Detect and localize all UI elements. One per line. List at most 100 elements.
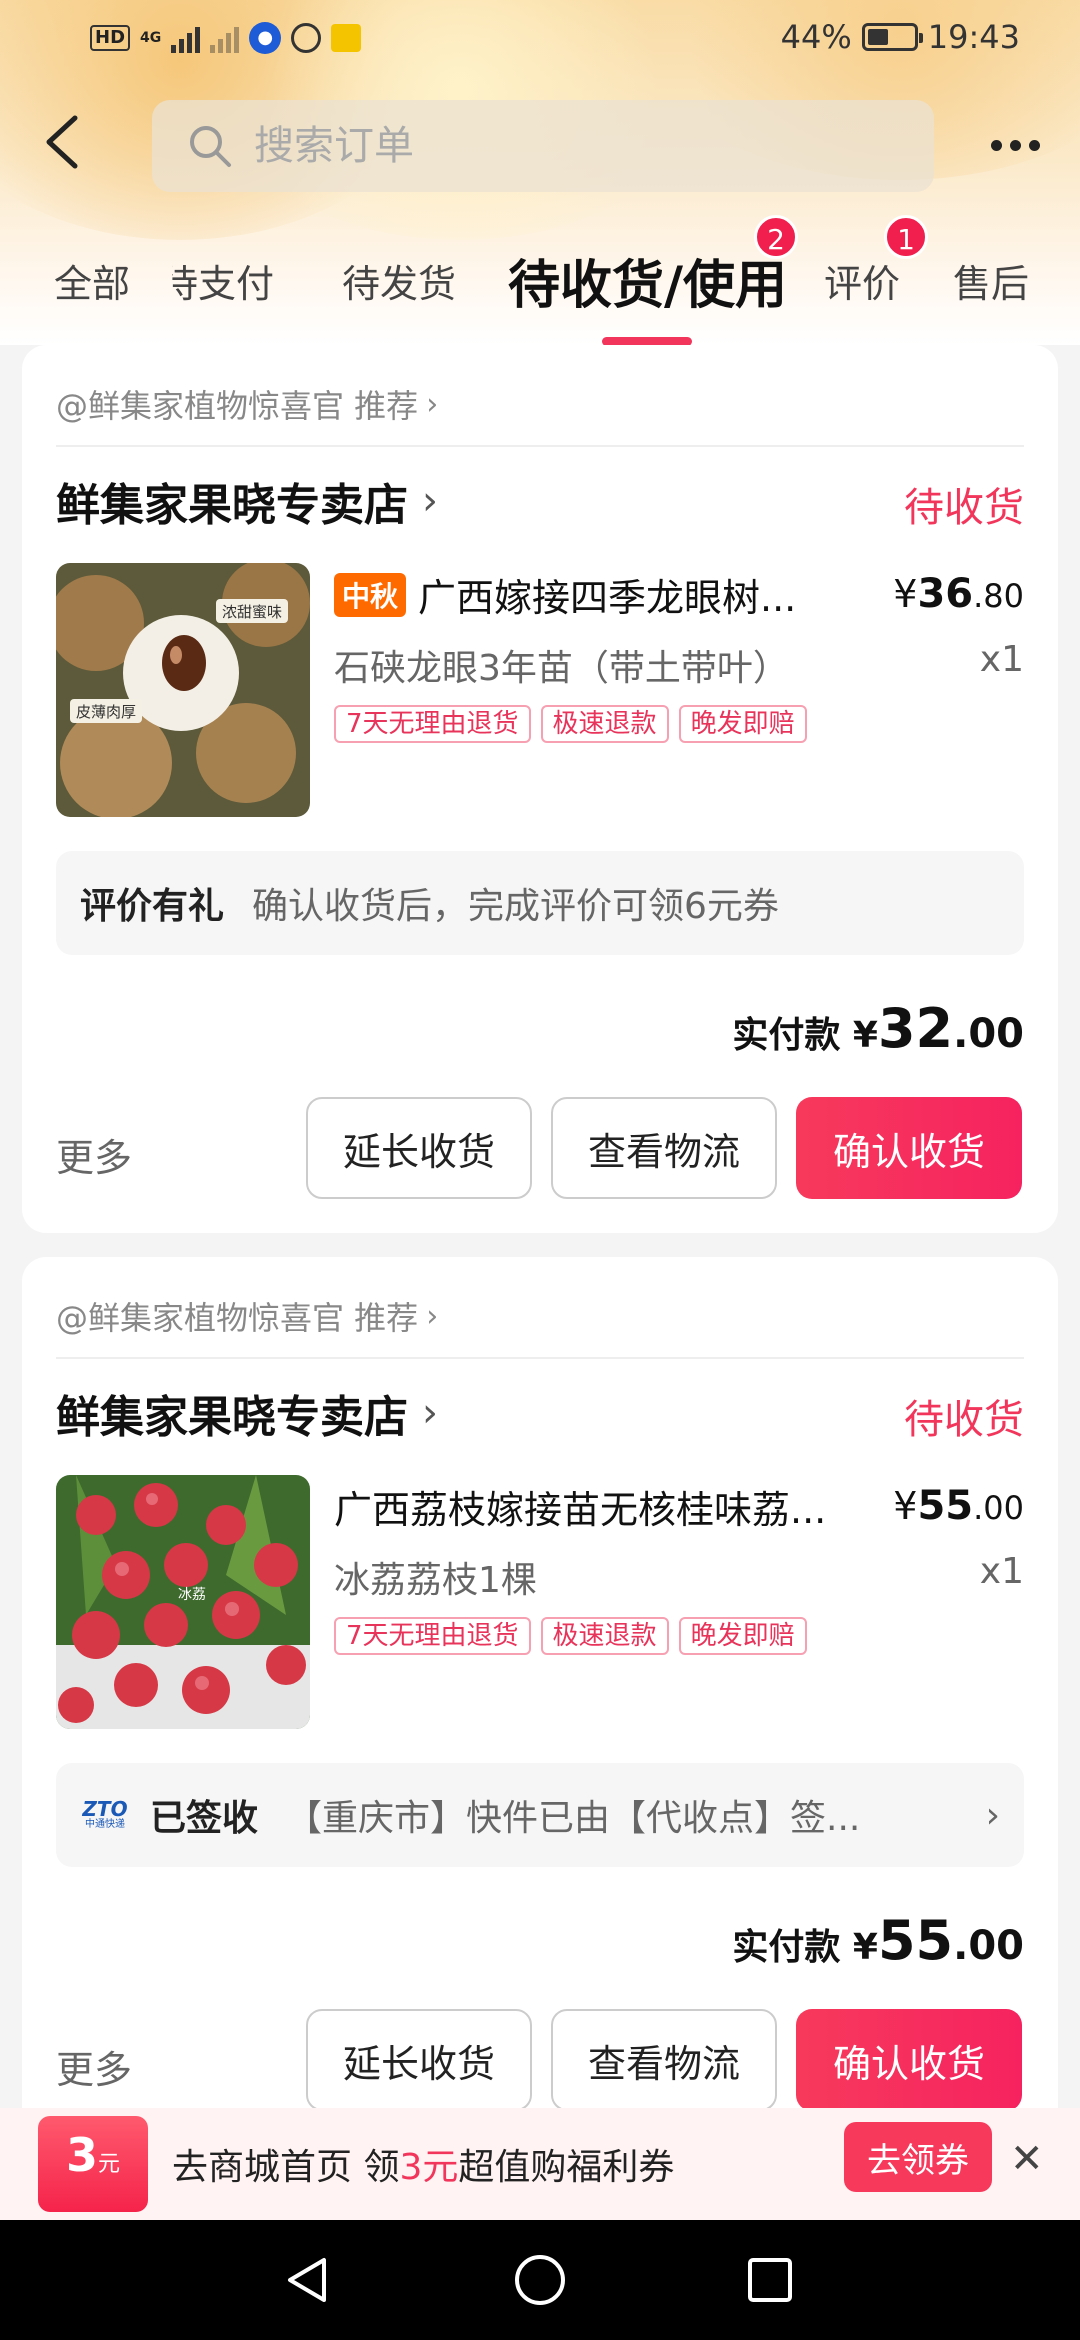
chevron-right-icon: › <box>422 1390 438 1436</box>
sync-icon <box>291 23 322 53</box>
service-tag: 7天无理由退货 <box>334 705 531 743</box>
dot-icon <box>1028 139 1040 151</box>
status-bar: HD 4G ● 44% 19:43 <box>0 0 1080 86</box>
nav-home-button[interactable] <box>512 2220 568 2340</box>
get-coupon-button[interactable]: 去领券 <box>844 2122 992 2192</box>
search-input[interactable] <box>254 123 814 169</box>
paid-label: 实付款 ¥ <box>732 1927 878 1968</box>
review-reward-desc: 确认收货后，完成评价可领6元券 <box>252 886 779 927</box>
nav-back-button[interactable] <box>280 2220 336 2340</box>
logistics-status-box[interactable]: ZTO 中通快递 已签收 【重庆市】快件已由【代收点】签... › <box>56 1763 1024 1867</box>
back-button[interactable] <box>40 112 86 172</box>
app-icon <box>331 24 362 52</box>
more-options[interactable]: 更多 <box>56 1127 132 1182</box>
search-icon <box>190 126 231 167</box>
paid-decimal: .00 <box>953 1011 1024 1057</box>
zto-logo-text: ZTO <box>82 1797 128 1821</box>
nav-recents-button[interactable] <box>742 2220 798 2340</box>
service-tag: 7天无理由退货 <box>334 1617 531 1655</box>
paid-amount: 实付款 ¥55.00 <box>732 1909 1024 1972</box>
view-logistics-button[interactable]: 查看物流 <box>551 1097 777 1199</box>
order-card: @鲜集家植物惊喜官 推荐 › 鲜集家果晓专卖店 › 待收货 冰荔 广西荔枝嫁接苗… <box>22 1257 1058 2157</box>
recommend-text: @鲜集家植物惊喜官 推荐 <box>56 1299 419 1337</box>
tab-review[interactable]: 评价 <box>824 253 900 308</box>
service-tags: 7天无理由退货 极速退款 晚发即赔 <box>334 1617 807 1655</box>
system-navigation-bar <box>0 2220 1080 2340</box>
hd-indicator: HD <box>90 25 131 51</box>
image-label: 浓甜蜜味 <box>222 603 282 621</box>
logistics-detail: 【重庆市】快件已由【代收点】签... <box>286 1798 861 1839</box>
order-card: @鲜集家植物惊喜官 推荐 › 鲜集家果晓专卖店 › 待收货 浓甜蜜味 皮薄肉厚 … <box>22 345 1058 1233</box>
confirm-receipt-button[interactable]: 确认收货 <box>796 1097 1022 1199</box>
product-title-row[interactable]: 广西荔枝嫁接苗无核桂味荔... <box>334 1479 826 1534</box>
tab-badge: 2 <box>754 215 798 259</box>
tab-pending-payment[interactable]: 待支付 <box>172 253 274 308</box>
product-spec: 冰荔荔枝1棵 <box>334 1560 537 1601</box>
service-tag: 晚发即赔 <box>678 1617 807 1655</box>
tab-badge: 1 <box>884 215 928 259</box>
price-decimal: .80 <box>973 577 1024 615</box>
product-image[interactable]: 冰荔 <box>56 1475 310 1729</box>
more-menu-button[interactable] <box>985 128 1045 162</box>
chevron-left-icon <box>46 115 78 169</box>
price-decimal: .00 <box>973 1489 1024 1527</box>
product-title-row[interactable]: 中秋 广西嫁接四季龙眼树... <box>334 567 796 622</box>
order-status: 待收货 <box>904 485 1024 531</box>
shop-name-link[interactable]: 鲜集家果晓专卖店 › <box>56 1381 438 1445</box>
coupon-amount: 3 <box>65 2128 98 2182</box>
product-quantity: x1 <box>979 1551 1024 1592</box>
currency-symbol: ¥ <box>893 1484 918 1528</box>
tab-after-sales[interactable]: 售后 <box>953 253 1029 308</box>
paid-label: 实付款 ¥ <box>732 1015 878 1056</box>
recommend-link[interactable]: @鲜集家植物惊喜官 推荐 › <box>56 1293 438 1339</box>
divider <box>56 445 1024 447</box>
shop-name: 鲜集家果晓专卖店 <box>56 1392 408 1443</box>
header: HD 4G ● 44% 19:43 全部 待支付 待发货 待收货/使用 2 评价… <box>0 0 1080 345</box>
product-quantity: x1 <box>979 639 1024 680</box>
chevron-right-icon: › <box>426 1298 439 1334</box>
coupon-banner-text: 去商城首页 领3元超值购福利券 <box>172 2138 674 2190</box>
tab-pending-receipt[interactable]: 待收货/使用 <box>508 243 787 318</box>
extend-receipt-button[interactable]: 延长收货 <box>306 1097 532 1199</box>
coupon-banner[interactable]: 3元 去商城首页 领3元超值购福利券 去领券 ✕ <box>0 2108 1080 2220</box>
price-integer: 55 <box>917 1483 974 1529</box>
paid-amount: 实付款 ¥32.00 <box>732 997 1024 1060</box>
triangle-back-icon <box>288 2258 326 2302</box>
product-image[interactable]: 浓甜蜜味 皮薄肉厚 <box>56 563 310 817</box>
review-reward-box[interactable]: 评价有礼 确认收货后，完成评价可领6元券 <box>56 851 1024 955</box>
service-tag: 晚发即赔 <box>678 705 807 743</box>
app-notification-icon: ● <box>249 22 282 54</box>
product-title: 广西嫁接四季龙眼树... <box>418 576 797 620</box>
zto-logo-subtext: 中通快递 <box>85 1819 125 1830</box>
battery-icon <box>861 23 923 51</box>
clock: 19:43 <box>927 18 1020 56</box>
chevron-right-icon: › <box>985 1794 1000 1836</box>
order-tabs: 全部 待支付 待发货 待收货/使用 2 评价 1 售后 <box>0 215 1080 345</box>
tab-active-indicator <box>602 337 692 345</box>
signal-icon <box>171 23 201 53</box>
image-label: 皮薄肉厚 <box>76 703 136 721</box>
service-tags: 7天无理由退货 极速退款 晚发即赔 <box>334 705 807 743</box>
tab-all[interactable]: 全部 <box>54 253 130 308</box>
confirm-receipt-button[interactable]: 确认收货 <box>796 2009 1022 2111</box>
product-price: ¥55.00 <box>893 1483 1024 1529</box>
search-bar[interactable] <box>152 100 934 192</box>
banner-text-part: 去商城首页 领 <box>172 2147 400 2188</box>
banner-text-highlight: 3元 <box>399 2147 459 2188</box>
view-logistics-button[interactable]: 查看物流 <box>551 2009 777 2111</box>
product-spec: 石硖龙眼3年苗（带土带叶） <box>334 648 789 689</box>
dot-icon <box>1009 139 1021 151</box>
circle-home-icon <box>515 2255 565 2305</box>
more-options[interactable]: 更多 <box>56 2039 132 2094</box>
extend-receipt-button[interactable]: 延长收货 <box>306 2009 532 2111</box>
shop-name-link[interactable]: 鲜集家果晓专卖店 › <box>56 469 438 533</box>
tab-pending-shipment[interactable]: 待发货 <box>342 253 456 308</box>
recommend-link[interactable]: @鲜集家植物惊喜官 推荐 › <box>56 381 438 427</box>
square-recents-icon <box>748 2258 792 2302</box>
divider <box>56 1357 1024 1359</box>
paid-integer: 32 <box>877 997 954 1060</box>
service-tag: 极速退款 <box>540 705 669 743</box>
paid-decimal: .00 <box>953 1923 1024 1969</box>
close-icon[interactable]: ✕ <box>1010 2136 1044 2182</box>
price-integer: 36 <box>917 571 974 617</box>
